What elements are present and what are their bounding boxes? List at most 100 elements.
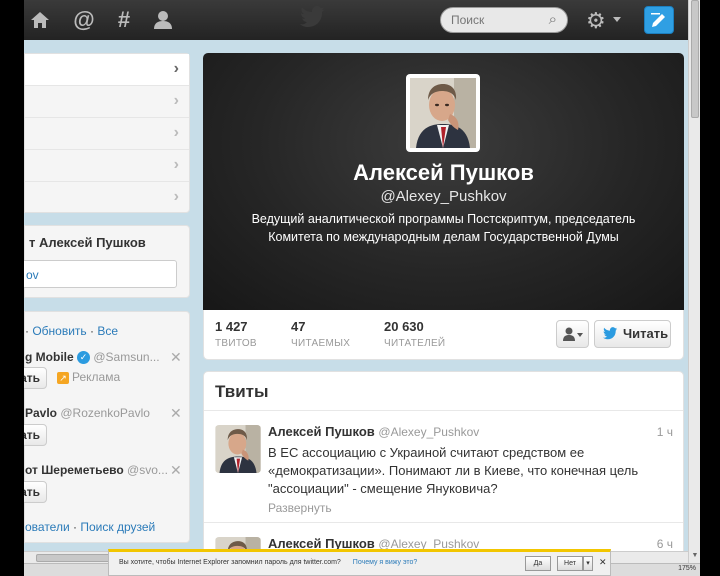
tweet-text: В ЕС ассоциацию с Украиной считают средс… [268,444,668,498]
suggestion-name[interactable]: g Mobile [25,350,74,364]
yes-button[interactable]: Да [525,556,551,571]
verified-icon: ✓ [77,351,91,365]
follow-button[interactable]: тать [24,424,47,446]
suggestion-handle: @svo... [127,463,168,477]
connect-icon[interactable]: @ [72,8,96,32]
stat-following[interactable]: 47 ЧИТАЕМЫХ [291,319,350,349]
chevron-right-icon: › [173,92,179,109]
profile-stats-bar: 1 427 ТВИТОВ 47 ЧИТАЕМЫХ 20 630 ЧИТАТЕЛЕ… [203,310,684,360]
bio-line: Ведущий аналитической программы Постскри… [251,212,636,226]
suggestion-name[interactable]: Pavlo [25,406,57,420]
stat-followers[interactable]: 20 630 ЧИТАТЕЛЕЙ [384,319,445,349]
no-options-dropdown[interactable]: ▾ [583,556,593,571]
why-link[interactable]: Почему я вижу это? [353,559,418,566]
follow-button[interactable]: тать [24,481,47,503]
stat-value: 1 427 [215,319,248,334]
browser-viewport: @ # ⌕ ⚙ › › › › › [24,0,688,576]
tweets-stream: Твиты Алексей Пушков @Alexey_Pushkov 1 ч… [203,371,684,576]
tweet-timestamp[interactable]: 6 ч [657,537,673,551]
no-button[interactable]: Нет [557,556,583,571]
chevron-right-icon: › [173,156,179,173]
search-field[interactable]: ⌕ [440,7,568,33]
profile-name: Алексей Пушков [353,160,534,185]
scrollbar-thumb[interactable] [691,0,699,118]
chevron-right-icon: › [173,188,179,205]
chevron-right-icon: › [173,124,179,141]
profile-header-card: Алексей Пушков @Alexey_Pushkov Ведущий а… [203,53,684,310]
tweet-avatar[interactable] [215,425,261,473]
promoted-text: Реклама [72,370,121,384]
view-all-link[interactable]: Все [97,324,118,338]
suggestion-name-row[interactable]: g Mobile ✓ @Samsun... [25,350,160,365]
find-friends-link[interactable]: Поиск друзей [80,520,155,534]
compose-tweet-button[interactable] [644,6,674,34]
suggestion-handle: @RozenkoPavlo [60,406,150,420]
follow-button[interactable]: тать [24,367,47,389]
close-icon[interactable]: ✕ [170,349,182,366]
suggestion-handle: @Samsun... [93,350,160,364]
tweet-author[interactable]: Алексей Пушков @Alexey_Pushkov [268,424,479,439]
suggestion-name-row[interactable]: от Шереметьево @svo... [25,463,168,477]
close-icon[interactable]: ✕ [599,557,607,568]
stat-value: 47 [291,319,306,334]
separator: · [90,324,95,338]
gear-icon[interactable]: ⚙ [586,8,606,34]
nav-item-favorites[interactable]: › [25,150,189,182]
twitter-logo-icon [300,6,325,27]
separator: · [73,520,78,534]
profile-avatar[interactable] [406,74,480,152]
wtf-header: · Обновить · Все [25,324,118,338]
discover-icon[interactable]: # [112,8,136,32]
chevron-right-icon: › [173,60,179,77]
stat-tweets[interactable]: 1 427 ТВИТОВ [215,319,257,349]
suggestion-name-row[interactable]: Pavlo @RozenkoPavlo [25,406,150,420]
vertical-scrollbar[interactable]: ▼ [688,0,700,566]
bio-line: Комитета по международным делам Государс… [268,230,619,244]
user-actions-dropdown[interactable] [556,320,589,348]
refresh-link[interactable]: Обновить [32,324,86,338]
tweet-text-line: «демократизации». Понимают ли в Киеве, ч… [268,463,639,478]
search-icon[interactable]: ⌕ [549,11,557,28]
user-icon [562,327,583,341]
nav-item-following[interactable]: › [25,86,189,118]
nav-item-lists[interactable]: › [25,182,189,214]
wtf-footer: ователи · Поиск друзей [25,520,155,534]
tweets-heading: Твиты [215,382,269,401]
tweet[interactable]: Алексей Пушков @Alexey_Pushkov 1 ч В ЕС … [204,410,683,522]
tweet-avatar-photo [215,425,261,473]
suggestion-name[interactable]: от Шереметьево [25,463,124,477]
follow-button[interactable]: Читать [594,320,671,348]
expand-link[interactable]: Развернуть [268,501,332,515]
chevron-down-icon[interactable] [613,17,621,22]
nav-item-tweets[interactable]: › [25,54,189,86]
stat-value: 20 630 [384,319,424,334]
tweet-text-line: В ЕС ассоциацию с Украиной считают средс… [268,445,585,460]
promoted-icon: ↗ [57,371,69,384]
scroll-down-icon[interactable]: ▼ [689,552,701,559]
tweet-author-handle: @Alexey_Pushkov [378,425,480,439]
home-icon[interactable] [28,8,52,32]
tweet-author-name[interactable]: Алексей Пушков [268,424,375,439]
profile-handle: @Alexey_Pushkov [380,188,507,205]
follow-button-label: Читать [623,326,669,341]
me-icon[interactable] [151,8,175,32]
zoom-level[interactable]: 175% [678,565,696,572]
twitter-bird-icon [603,327,618,340]
who-to-follow-panel: · Обновить · Все g Mobile ✓ @Samsun... ✕… [24,311,190,543]
nav-item-followers[interactable]: › [25,118,189,150]
close-icon[interactable]: ✕ [170,462,182,479]
ie-bar-message: Вы хотите, чтобы Internet Explorer запом… [119,559,417,566]
tweet-timestamp[interactable]: 1 ч [657,425,673,439]
tweet-to-input[interactable]: ov [24,260,177,288]
tweet-to-title: т Алексей Пушков [29,235,146,250]
tweet-to-input-value: ov [26,268,39,282]
stat-label: ТВИТОВ [215,338,257,349]
ie-save-password-bar: Вы хотите, чтобы Internet Explorer запом… [108,549,611,576]
search-input[interactable] [451,12,541,28]
profile-photo [410,78,476,148]
separator: · [25,324,29,338]
tweet-text-line: "ассоциации" - смещение Януковича? [268,481,498,496]
promoted-label: ↗ Реклама [57,370,120,384]
popular-accounts-link[interactable]: ователи [25,520,70,534]
close-icon[interactable]: ✕ [170,405,182,422]
